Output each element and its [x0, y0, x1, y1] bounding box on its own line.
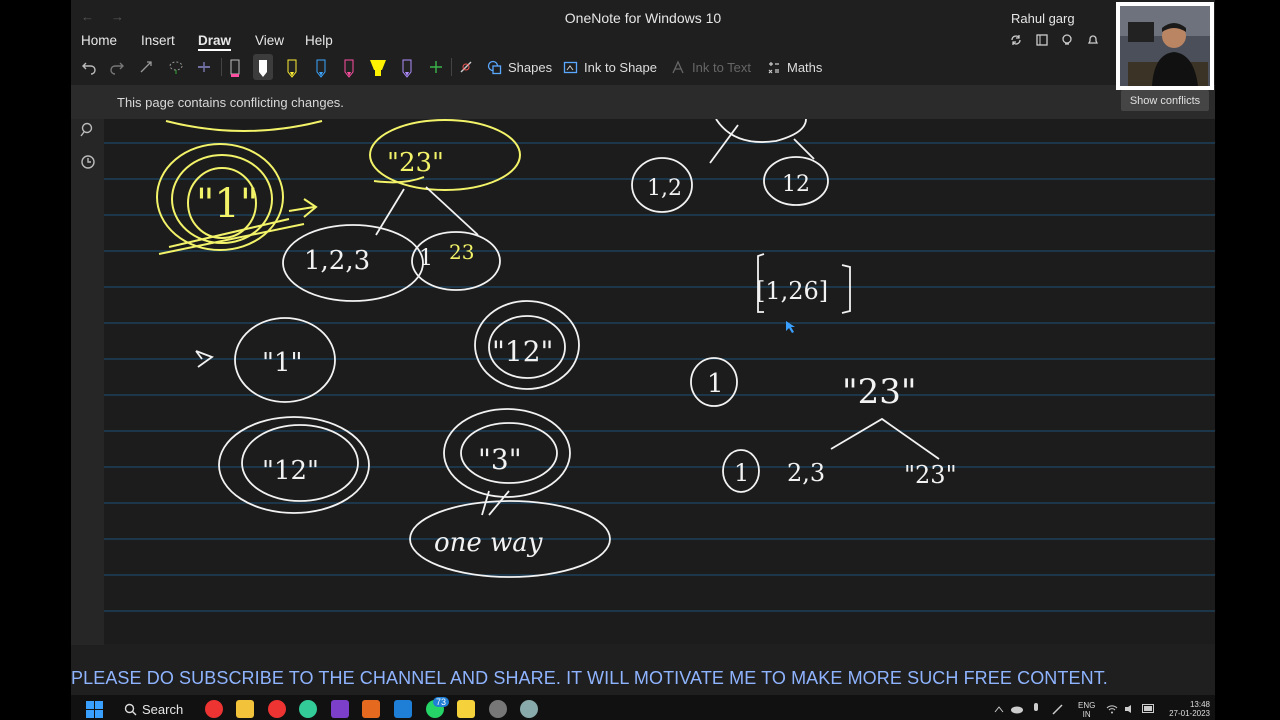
recent-clock-icon[interactable] — [79, 153, 97, 171]
redo-icon[interactable] — [109, 59, 125, 75]
ink-text: [1,26] — [756, 277, 828, 305]
ink-text: "12" — [492, 335, 553, 368]
add-pen-icon[interactable] — [426, 54, 446, 80]
maths-label: Maths — [787, 59, 823, 75]
presenter-image — [1120, 6, 1210, 86]
clock[interactable]: 13:48 27-01-2023 — [1164, 700, 1210, 718]
white-ink-left — [195, 186, 611, 578]
pen-tray-icon[interactable] — [1052, 703, 1064, 715]
microphone-icon[interactable] — [1032, 703, 1040, 715]
ink-text: 1,2 — [647, 176, 682, 201]
ink-to-text-button[interactable]: Ink to Text — [671, 56, 751, 78]
vscode-icon[interactable] — [394, 700, 412, 718]
ink-text: 1 — [734, 459, 749, 487]
chevron-up-icon[interactable] — [994, 705, 1004, 713]
ribbon-separator — [221, 58, 222, 76]
file-explorer-icon[interactable] — [236, 700, 254, 718]
ink-text: 1,2,3 — [304, 246, 370, 276]
clock-time: 13:48 — [1189, 700, 1210, 709]
onenote-window: ← → OneNote for Windows 10 Rahul garg Ho… — [71, 0, 1215, 695]
ruler-icon[interactable] — [458, 59, 474, 75]
chrome-profile-icon[interactable] — [268, 700, 286, 718]
ink-text: 23 — [449, 240, 474, 264]
volume-icon[interactable] — [1124, 704, 1136, 714]
pen-blue-icon[interactable] — [311, 54, 331, 80]
pen-pink-icon[interactable] — [339, 54, 359, 80]
ink-to-shape-icon — [563, 61, 578, 73]
ink-text: 2,3 — [787, 459, 825, 487]
menu-home[interactable]: Home — [81, 33, 117, 48]
shapes-label: Shapes — [508, 59, 553, 75]
menu-insert[interactable]: Insert — [141, 33, 175, 48]
ribbon-separator — [451, 58, 452, 76]
onenote-taskbar-icon[interactable] — [331, 700, 349, 718]
subscribe-banner: PLEASE DO SUBSCRIBE TO THE CHANNEL AND S… — [71, 668, 1108, 688]
pen-lavender-icon[interactable] — [397, 54, 417, 80]
presenter-webcam — [1116, 2, 1214, 90]
user-name[interactable]: Rahul garg — [1011, 11, 1075, 26]
pen-white-icon[interactable] — [253, 54, 273, 80]
maths-button[interactable]: Maths — [766, 56, 822, 78]
taskbar-search-button[interactable]: Search — [124, 700, 183, 718]
pen-yellow-icon[interactable] — [282, 54, 302, 80]
ink-text: 12 — [782, 172, 810, 197]
ink-to-text-label: Ink to Text — [692, 59, 752, 75]
ink-text: "23" — [842, 372, 917, 412]
ink-text: 1 — [707, 369, 724, 399]
ink-text: "12" — [262, 456, 319, 486]
type-select-icon[interactable] — [138, 59, 154, 75]
lasso-select-icon[interactable] — [168, 59, 184, 75]
shapes-button[interactable]: Shapes — [487, 56, 552, 78]
maths-icon — [768, 61, 779, 73]
ink-text: 1 — [419, 246, 433, 271]
ink-text: "1" — [262, 348, 302, 378]
highlighter-yellow-icon[interactable] — [368, 54, 388, 80]
notes-app-icon[interactable] — [457, 700, 475, 718]
cloud-icon[interactable] — [1010, 705, 1024, 714]
navigation-sidebar — [71, 85, 104, 645]
region-code: IN — [1082, 710, 1091, 719]
settings-gear-icon[interactable] — [520, 700, 538, 718]
app-icon[interactable] — [489, 700, 507, 718]
pen-black-icon[interactable] — [225, 54, 245, 80]
eraser-icon[interactable] — [196, 59, 212, 75]
wifi-icon[interactable] — [1106, 704, 1118, 714]
ink-text: one way — [434, 528, 543, 558]
page-canvas[interactable]: "1" "23" 1,2,3 1 23 "1" "12" "12" "3" on… — [104, 119, 1215, 644]
clock-date: 27-01-2023 — [1169, 709, 1210, 718]
ink-to-text-icon — [672, 59, 684, 73]
office-apps-icon[interactable] — [362, 700, 380, 718]
menu-help[interactable]: Help — [305, 33, 333, 48]
title-bar: ← → OneNote for Windows 10 Rahul garg — [71, 0, 1215, 32]
search-label: Search — [142, 701, 184, 717]
search-icon — [124, 703, 137, 715]
undo-icon[interactable] — [81, 59, 97, 75]
language-code: ENG — [1078, 701, 1096, 710]
conflict-notice-text: This page contains conflicting changes. — [117, 95, 344, 110]
ink-text: "3" — [478, 443, 522, 476]
ink-drawing: "1" "23" 1,2,3 1 23 "1" "12" "12" "3" on… — [104, 119, 1215, 612]
search-icon[interactable] — [79, 121, 97, 139]
bell-icon[interactable] — [1086, 33, 1100, 47]
battery-icon[interactable] — [1142, 704, 1156, 713]
ink-text: "23" — [904, 461, 957, 489]
language-indicator[interactable]: ENG IN — [1078, 701, 1095, 719]
windows-start-icon[interactable] — [86, 701, 103, 718]
ink-to-shape-label: Ink to Shape — [584, 59, 657, 75]
ink-to-shape-button[interactable]: Ink to Shape — [563, 56, 657, 78]
shapes-icon — [487, 60, 502, 74]
ink-text: "23" — [387, 148, 444, 178]
chrome-icon[interactable] — [205, 700, 223, 718]
menu-draw[interactable]: Draw — [198, 33, 232, 51]
menu-view[interactable]: View — [255, 33, 284, 48]
ink-text: "1" — [196, 181, 258, 227]
show-conflicts-button[interactable]: Show conflicts — [1121, 90, 1209, 111]
chrome-alt-icon[interactable] — [299, 700, 317, 718]
whatsapp-badge: 73 — [433, 697, 450, 707]
